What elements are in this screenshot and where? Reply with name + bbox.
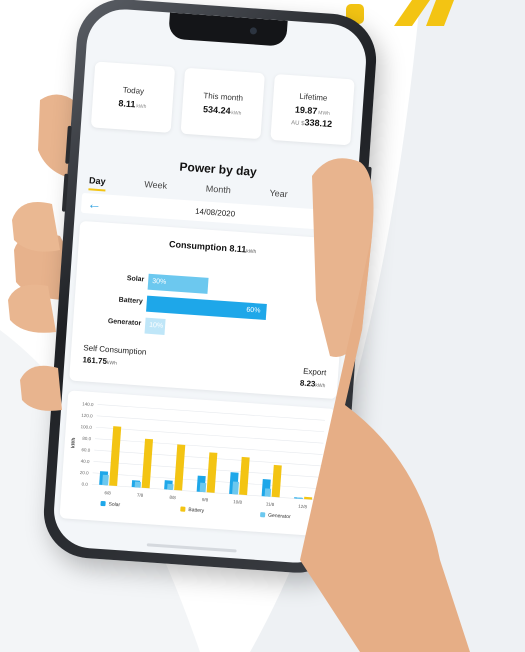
x-tick-label: 12/8 xyxy=(298,504,308,510)
chart-bar-battery xyxy=(239,456,250,496)
self-consumption-value: 161.75kWh xyxy=(82,355,117,366)
gridline xyxy=(95,426,324,444)
legend-swatch xyxy=(100,500,106,507)
stat-label: Today xyxy=(122,84,145,96)
export-value: 8.23kWh xyxy=(300,379,326,390)
bar-percent: 30% xyxy=(151,277,167,286)
chart-bar-battery xyxy=(109,426,122,487)
legend-label: Generator xyxy=(268,513,291,521)
tab-billing[interactable]: Billing xyxy=(326,192,351,209)
gridline xyxy=(94,449,322,467)
chart-bar-generator xyxy=(167,483,174,490)
chart-bar-generator xyxy=(134,481,142,488)
y-tick-label: 20.0 xyxy=(80,470,90,476)
y-axis-label: kWh xyxy=(70,437,77,448)
chart-bar-battery xyxy=(141,438,154,489)
export-label: Export xyxy=(302,366,327,378)
consumption-title-text: Consumption 8.11 xyxy=(168,239,247,255)
y-tick-label: 140.0 xyxy=(82,401,94,407)
y-tick-label: 80.0 xyxy=(82,436,92,442)
chart-bar-generator xyxy=(232,481,239,495)
export-unit: kWh xyxy=(315,382,326,390)
x-tick-label: 9/8 xyxy=(202,497,209,502)
consumption-title: Consumption 8.11kWh xyxy=(79,233,347,262)
stat-unit: kWh xyxy=(231,109,242,117)
app-screen: Today 8.11kWh This month 534.24kWh Lifet… xyxy=(51,6,369,566)
stat-unit: MWh xyxy=(318,109,331,117)
gridline xyxy=(93,461,321,478)
arrow-left-icon[interactable]: ← xyxy=(87,195,102,212)
legend-label: Solar xyxy=(108,501,120,508)
legend-swatch xyxy=(260,512,266,518)
self-consumption-label: Self Consumption xyxy=(83,343,147,357)
y-tick-label: 40.0 xyxy=(81,459,91,465)
stat-number: 8.11 xyxy=(118,97,136,109)
self-consumption-number: 161.75 xyxy=(82,355,108,366)
stat-savings: AU $338.12 xyxy=(291,116,332,129)
arrow-right-icon[interactable]: → xyxy=(328,212,343,229)
current-date: 14/08/2020 xyxy=(194,206,236,219)
tab-day[interactable]: Day xyxy=(88,175,106,192)
x-tick-label: 11/8 xyxy=(266,501,275,507)
chart-bar-generator xyxy=(264,488,272,497)
tab-month[interactable]: Month xyxy=(205,183,231,200)
savings-value: 338.12 xyxy=(304,116,333,129)
chart-bar-battery xyxy=(271,464,282,498)
legend-label: Battery xyxy=(188,507,205,514)
x-tick-label: 7/8 xyxy=(137,492,144,497)
tab-year[interactable]: Year xyxy=(269,188,288,204)
y-tick-label: 60.0 xyxy=(81,447,91,453)
stat-card-month[interactable]: This month 534.24kWh xyxy=(180,67,265,140)
chart-bar-generator xyxy=(102,474,109,486)
stats-row: Today 8.11kWh This month 534.24kWh Lifet… xyxy=(90,61,355,146)
x-tick-label: 10/8 xyxy=(233,499,243,505)
self-consumption-unit: kWh xyxy=(106,359,118,367)
gridline xyxy=(96,415,325,433)
y-tick-label: 120.0 xyxy=(81,413,93,419)
consumption-card: Consumption 8.11kWh Solar 30% Battery 60… xyxy=(69,220,348,400)
stat-label: Lifetime xyxy=(299,91,328,103)
bar-label: Battery xyxy=(118,296,143,306)
stat-value: 8.11kWh xyxy=(118,98,147,110)
bar-label: Solar xyxy=(126,275,145,284)
gridline xyxy=(92,472,321,490)
stat-card-lifetime[interactable]: Lifetime 19.87MWh AU $338.12 xyxy=(270,74,355,146)
smartphone: Today 8.11kWh This month 534.24kWh Lifet… xyxy=(40,0,380,576)
bar-percent: 10% xyxy=(148,321,164,330)
gridline xyxy=(97,404,325,421)
y-tick-label: 100.0 xyxy=(80,424,92,430)
currency-prefix: AU $ xyxy=(290,119,305,127)
chart-bar-battery xyxy=(174,444,186,491)
stat-label: This month xyxy=(203,90,244,103)
stat-card-today[interactable]: Today 8.11kWh xyxy=(90,61,176,133)
daily-bar-chart: 0.0 20.0 40.0 60.0 80.0 100.0 120.0 140.0 kWh 6/8… xyxy=(59,390,336,537)
bar-percent: 60% xyxy=(246,306,261,315)
legend-swatch xyxy=(180,506,186,512)
stat-value: 19.87MWh xyxy=(295,104,331,116)
chart-canvas: 0.0 20.0 40.0 60.0 80.0 100.0 120.0 140.0 kWh 6/8… xyxy=(70,401,325,521)
export-number: 8.23 xyxy=(299,378,316,389)
chart-bar-battery xyxy=(206,452,218,493)
gridline xyxy=(95,438,323,455)
tab-week[interactable]: Week xyxy=(144,179,167,196)
stat-number: 534.24 xyxy=(202,103,231,116)
y-tick-label: 0.0 xyxy=(81,482,88,487)
stat-number: 19.87 xyxy=(294,104,318,116)
bar-label: Generator xyxy=(107,317,142,328)
consumption-unit: kWh xyxy=(246,248,257,256)
stat-value: 534.24kWh xyxy=(203,104,242,117)
x-tick-label: 6/8 xyxy=(104,490,111,495)
home-indicator[interactable] xyxy=(146,543,237,553)
stat-unit: kWh xyxy=(136,102,147,110)
x-tick-label: 8/8 xyxy=(169,495,176,500)
chart-bar-generator xyxy=(199,482,207,493)
